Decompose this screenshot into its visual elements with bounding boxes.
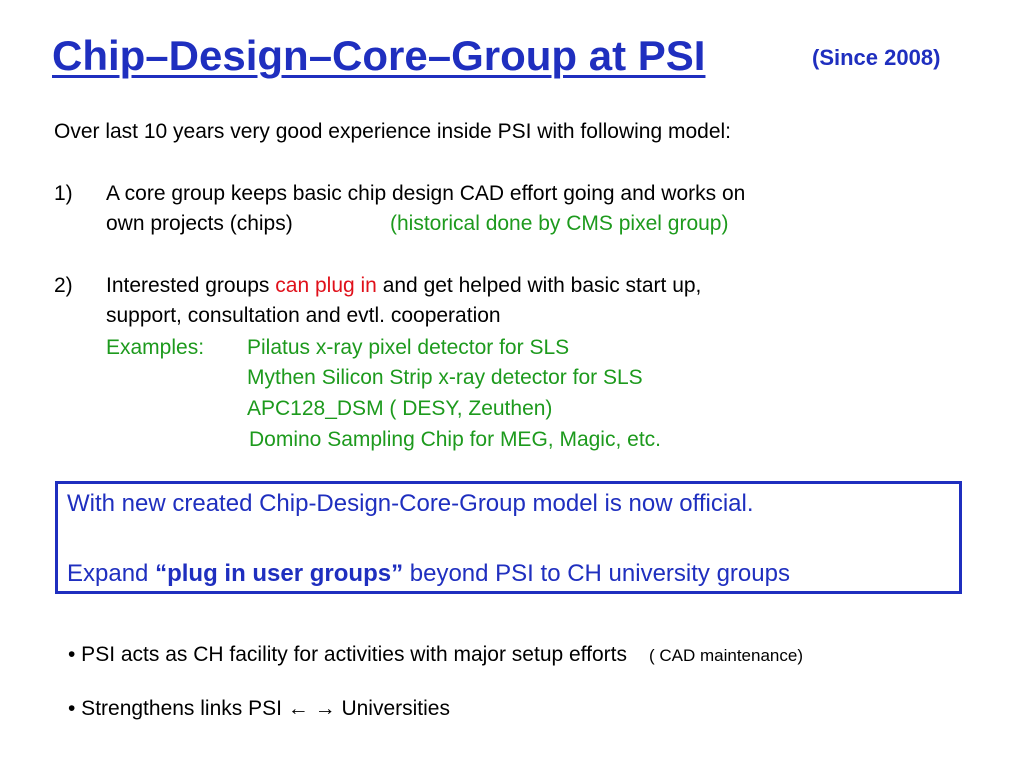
- slide-title: Chip–Design–Core–Group at PSI: [52, 32, 706, 79]
- examples-label: Examples:: [106, 336, 205, 359]
- item2-line1-pre: Interested groups: [106, 274, 276, 297]
- item1-line1: A core group keeps basic chip design CAD…: [106, 182, 746, 205]
- item1-number: 1): [54, 182, 73, 205]
- item2-number: 2): [54, 274, 73, 297]
- bullet-item: • PSI acts as CH facility for activities…: [68, 642, 803, 667]
- box-line1: With new created Chip-Design-Core-Group …: [67, 490, 754, 517]
- item2-highlight: can plug in: [275, 274, 377, 297]
- item2-line1-post: and get helped with basic start up,: [376, 274, 702, 297]
- item2-line2: support, consultation and evtl. cooperat…: [106, 304, 501, 327]
- bullet-note: ( CAD maintenance): [648, 646, 803, 665]
- bullet-item: • Strengthens links PSI ← → Universities: [68, 697, 450, 720]
- item2-line1: Interested groups can plug in and get he…: [106, 273, 701, 298]
- item1-note: (historical done by CMS pixel group): [390, 212, 729, 235]
- box-line2-post: beyond PSI to CH university groups: [403, 560, 790, 587]
- bullet-text: • PSI acts as CH facility for activities…: [68, 643, 627, 666]
- example-item: APC128_DSM ( DESY, Zeuthen): [247, 397, 553, 420]
- item1-line2: own projects (chips): [106, 212, 293, 235]
- example-item: Pilatus x-ray pixel detector for SLS: [247, 336, 570, 359]
- intro-text: Over last 10 years very good experience …: [54, 120, 732, 143]
- since-label: (Since 2008): [812, 45, 941, 70]
- box-line2-bold: “plug in user groups”: [155, 560, 404, 587]
- example-item: Mythen Silicon Strip x-ray detector for …: [247, 366, 643, 389]
- box-line2: Expand “plug in user groups” beyond PSI …: [67, 560, 790, 589]
- example-item: Domino Sampling Chip for MEG, Magic, etc…: [249, 428, 661, 451]
- box-line2-pre: Expand: [67, 560, 156, 587]
- slide: Chip–Design–Core–Group at PSI (Since 200…: [0, 0, 1024, 768]
